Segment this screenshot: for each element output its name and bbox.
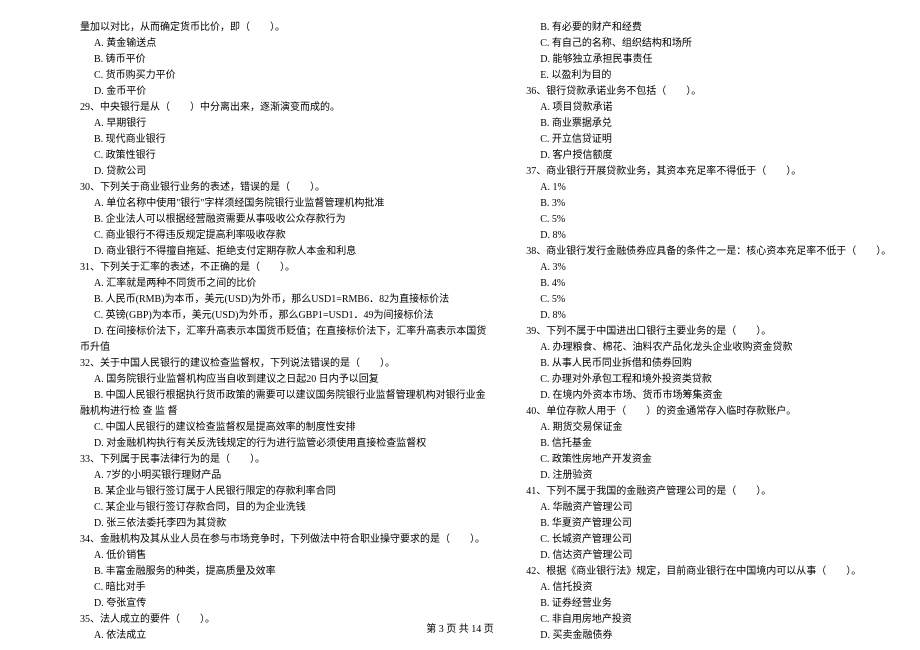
left-column: 量加以对比，从而确定货币比价，即（ ）。A. 黄金输送点B. 铸币平价C. 货币… — [80, 20, 506, 644]
exam-page: 量加以对比，从而确定货币比价，即（ ）。A. 黄金输送点B. 铸币平价C. 货币… — [0, 20, 920, 644]
page-footer: 第 3 页 共 14 页 — [0, 622, 920, 638]
text-line: A. 华融资产管理公司 — [526, 500, 891, 516]
text-line: A. 单位名称中使用"银行"字样须经国务院银行业监督管理机构批准 — [80, 196, 486, 212]
text-line: 32、关于中国人民银行的建议检查监督权，下列说法错误的是（ ）。 — [80, 356, 486, 372]
text-line: C. 5% — [526, 292, 891, 308]
text-line: 融机构进行检 查 监 督 — [80, 404, 486, 420]
text-line: C. 5% — [526, 212, 891, 228]
text-line: B. 信托基金 — [526, 436, 891, 452]
text-line: C. 政策性银行 — [80, 148, 486, 164]
text-line: D. 张三依法委托李四为其贷款 — [80, 516, 486, 532]
text-line: E. 以盈利为目的 — [526, 68, 891, 84]
text-line: C. 货币购买力平价 — [80, 68, 486, 84]
text-line: 29、中央银行是从（ ）中分离出来，逐渐演变而成的。 — [80, 100, 486, 116]
text-line: A. 期货交易保证金 — [526, 420, 891, 436]
text-line: 币升值 — [80, 340, 486, 356]
text-line: A. 7岁的小明买银行理财产品 — [80, 468, 486, 484]
text-line: D. 8% — [526, 228, 891, 244]
text-line: 量加以对比，从而确定货币比价，即（ ）。 — [80, 20, 486, 36]
text-line: 41、下列不属于我国的金融资产管理公司的是（ ）。 — [526, 484, 891, 500]
text-line: D. 商业银行不得擅自拖延、拒绝支付定期存款人本金和利息 — [80, 244, 486, 260]
text-line: B. 有必要的财产和经费 — [526, 20, 891, 36]
text-line: A. 低价销售 — [80, 548, 486, 564]
text-line: C. 某企业与银行签订存款合同，目的为企业洗钱 — [80, 500, 486, 516]
text-line: A. 项目贷款承诺 — [526, 100, 891, 116]
text-line: C. 办理对外承包工程和境外投资类贷款 — [526, 372, 891, 388]
text-line: B. 铸币平价 — [80, 52, 486, 68]
text-line: D. 夸张宣传 — [80, 596, 486, 612]
text-line: C. 长城资产管理公司 — [526, 532, 891, 548]
text-line: D. 金币平价 — [80, 84, 486, 100]
text-line: D. 贷款公司 — [80, 164, 486, 180]
text-line: A. 3% — [526, 260, 891, 276]
text-line: 30、下列关于商业银行业务的表述，错误的是（ ）。 — [80, 180, 486, 196]
text-line: 33、下列属于民事法律行为的是（ ）。 — [80, 452, 486, 468]
text-line: B. 人民币(RMB)为本币，美元(USD)为外币，那么USD1=RMB6．82… — [80, 292, 486, 308]
text-line: D. 注册验资 — [526, 468, 891, 484]
text-line: B. 中国人民银行根据执行货币政策的需要可以建议国务院银行业监督管理机构对银行业… — [80, 388, 486, 404]
text-line: 36、银行贷款承诺业务不包括（ ）。 — [526, 84, 891, 100]
text-line: B. 商业票据承兑 — [526, 116, 891, 132]
text-line: 31、下列关于汇率的表述，不正确的是（ ）。 — [80, 260, 486, 276]
text-line: 38、商业银行发行金融债券应具备的条件之一是：核心资本充足率不低于（ ）。 — [526, 244, 891, 260]
text-line: 34、金融机构及其从业人员在参与市场竞争时，下列做法中符合职业操守要求的是（ ）… — [80, 532, 486, 548]
text-line: D. 在境内外资本市场、货币市场筹集资金 — [526, 388, 891, 404]
text-line: A. 黄金输送点 — [80, 36, 486, 52]
text-line: C. 商业银行不得违反规定提高利率吸收存款 — [80, 228, 486, 244]
text-line: 40、单位存款人用于（ ）的资金通常存入临时存款账户。 — [526, 404, 891, 420]
text-line: A. 国务院银行业监督机构应当自收到建议之日起20 日内予以回复 — [80, 372, 486, 388]
text-line: C. 英镑(GBP)为本币，美元(USD)为外币，那么GBP1=USD1．49为… — [80, 308, 486, 324]
text-line: D. 对金融机构执行有关反洗钱规定的行为进行监管必须使用直接检查监督权 — [80, 436, 486, 452]
text-line: 42、根据《商业银行法》规定，目前商业银行在中国境内可以从事（ ）。 — [526, 564, 891, 580]
text-line: 37、商业银行开展贷款业务，其资本充足率不得低于（ ）。 — [526, 164, 891, 180]
text-line: B. 现代商业银行 — [80, 132, 486, 148]
text-line: C. 中国人民银行的建议检查监督权是提高效率的制度性安排 — [80, 420, 486, 436]
text-line: D. 8% — [526, 308, 891, 324]
text-line: B. 证券经营业务 — [526, 596, 891, 612]
text-line: C. 开立信贷证明 — [526, 132, 891, 148]
text-line: B. 丰富金融服务的种类，提高质量及效率 — [80, 564, 486, 580]
text-line: A. 早期银行 — [80, 116, 486, 132]
text-line: C. 政策性房地产开发资金 — [526, 452, 891, 468]
text-line: B. 4% — [526, 276, 891, 292]
text-line: D. 在间接标价法下，汇率升高表示本国货币贬值；在直接标价法下，汇率升高表示本国… — [80, 324, 486, 340]
text-line: D. 客户授信额度 — [526, 148, 891, 164]
text-line: A. 信托投资 — [526, 580, 891, 596]
text-line: D. 能够独立承担民事责任 — [526, 52, 891, 68]
text-line: B. 华夏资产管理公司 — [526, 516, 891, 532]
text-line: C. 暗比对手 — [80, 580, 486, 596]
text-line: A. 1% — [526, 180, 891, 196]
right-column: B. 有必要的财产和经费C. 有自己的名称、组织结构和场所D. 能够独立承担民事… — [506, 20, 891, 644]
text-line: B. 从事人民币同业拆借和债券回购 — [526, 356, 891, 372]
text-line: C. 有自己的名称、组织结构和场所 — [526, 36, 891, 52]
text-line: D. 信达资产管理公司 — [526, 548, 891, 564]
text-line: B. 企业法人可以根据经营融资需要从事吸收公众存款行为 — [80, 212, 486, 228]
text-line: A. 办理粮食、棉花、油料农产品化龙头企业收购资金贷款 — [526, 340, 891, 356]
text-line: A. 汇率就是两种不同货币之间的比价 — [80, 276, 486, 292]
text-line: B. 3% — [526, 196, 891, 212]
text-line: 39、下列不属于中国进出口银行主要业务的是（ ）。 — [526, 324, 891, 340]
text-line: B. 某企业与银行签订属于人民银行限定的存款利率合同 — [80, 484, 486, 500]
